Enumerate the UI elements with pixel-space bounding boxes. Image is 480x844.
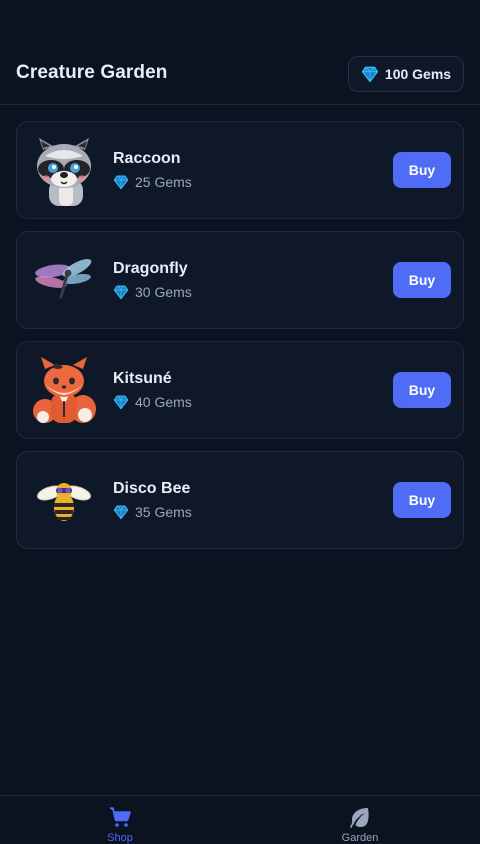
item-price-label: 40 Gems (135, 394, 192, 410)
page-title: Creature Garden (16, 62, 168, 83)
gem-icon (113, 395, 129, 410)
bottom-nav: Shop Garden (0, 795, 480, 844)
buy-button-raccoon[interactable]: Buy (393, 152, 451, 188)
item-price-label: 30 Gems (135, 284, 192, 300)
item-price: 30 Gems (113, 284, 192, 300)
tab-garden[interactable]: Garden (240, 796, 480, 844)
tab-label: Shop (107, 832, 133, 844)
buy-button-kitsune[interactable]: Buy (393, 372, 451, 408)
shop-list: Raccoon 25 Gems Buy Dragonfly 30 Gems Bu… (16, 121, 464, 561)
buy-button-dragonfly[interactable]: Buy (393, 262, 451, 298)
disco-bee-icon (29, 466, 99, 536)
shop-item-raccoon: Raccoon 25 Gems Buy (16, 121, 464, 219)
item-price: 25 Gems (113, 174, 192, 190)
cart-icon (110, 807, 131, 827)
gem-icon (113, 505, 129, 520)
tab-shop[interactable]: Shop (0, 796, 240, 844)
shop-item-kitsune: Kitsuné 40 Gems Buy (16, 341, 464, 439)
item-name: Dragonfly (113, 260, 188, 277)
item-name: Disco Bee (113, 480, 191, 497)
kitsune-icon (29, 356, 99, 426)
shop-item-dragonfly: Dragonfly 30 Gems Buy (16, 231, 464, 329)
item-name: Kitsuné (113, 370, 172, 387)
app-header: Creature Garden 100 Gems (0, 0, 480, 105)
gem-icon (361, 66, 379, 83)
dragonfly-icon (29, 246, 99, 316)
gem-icon (113, 175, 129, 190)
tab-label: Garden (341, 832, 379, 844)
leaf-icon (350, 808, 369, 828)
raccoon-icon (29, 136, 99, 206)
app-root: Creature Garden 100 Gems Raccoon 25 Gems… (0, 0, 480, 844)
gem-balance-badge: 100 Gems (348, 56, 464, 92)
item-price-label: 35 Gems (135, 504, 192, 520)
item-name: Raccoon (113, 150, 181, 167)
gem-icon (113, 285, 129, 300)
item-price: 40 Gems (113, 394, 192, 410)
shop-item-disco-bee: Disco Bee 35 Gems Buy (16, 451, 464, 549)
buy-button-disco-bee[interactable]: Buy (393, 482, 451, 518)
gem-balance-label: 100 Gems (384, 66, 452, 82)
item-price: 35 Gems (113, 504, 192, 520)
item-price-label: 25 Gems (135, 174, 192, 190)
